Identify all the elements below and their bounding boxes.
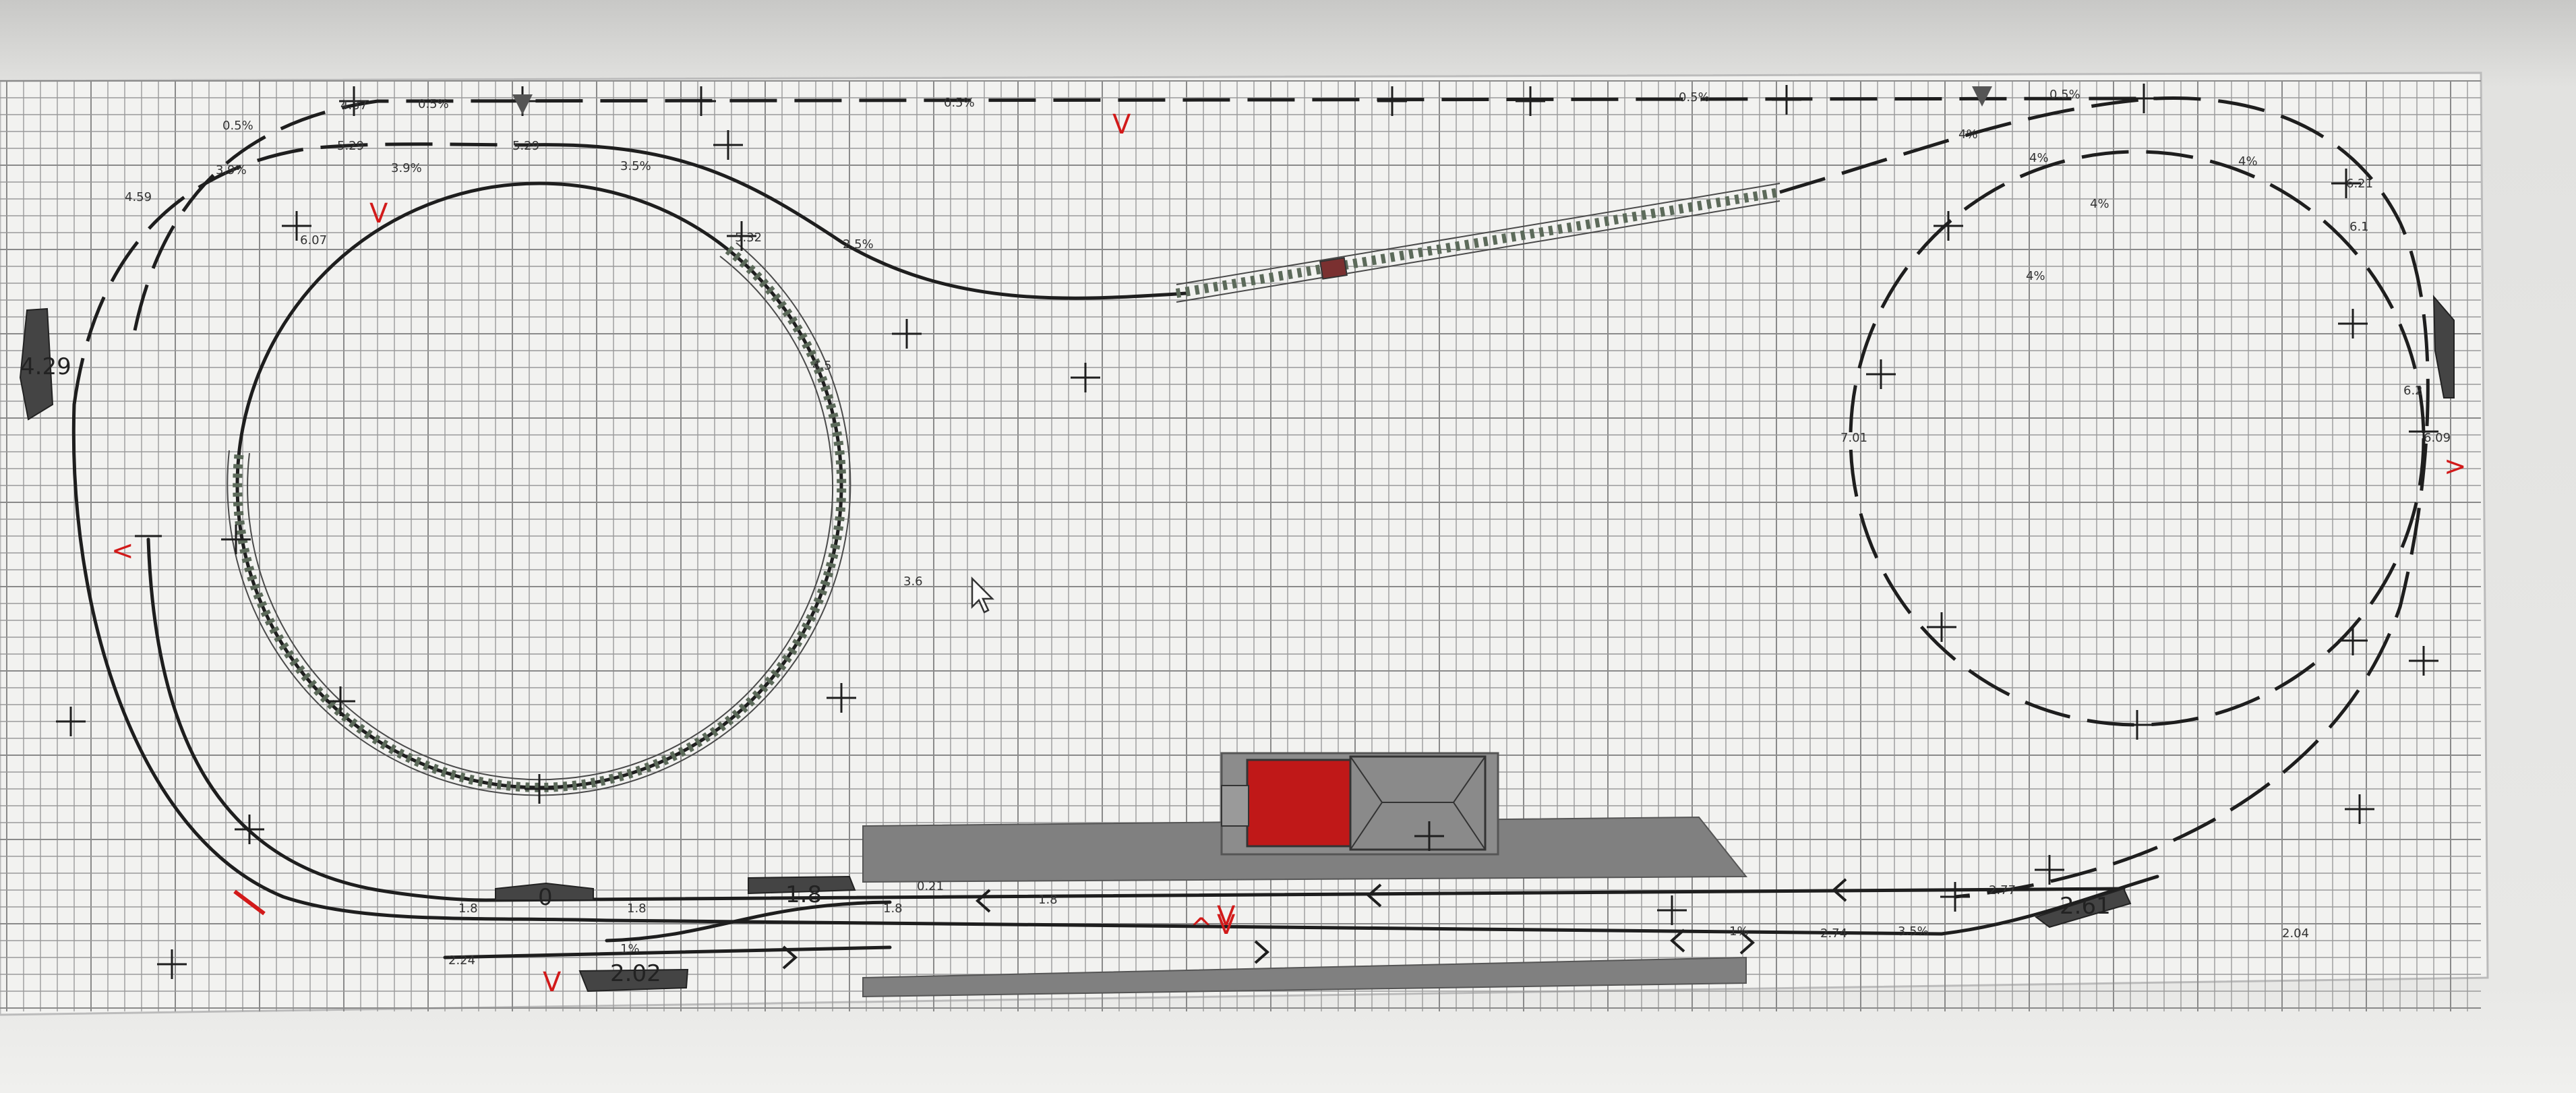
grade-label: 3.5% [1898,924,1929,939]
height-label: 6.09 [2424,431,2451,445]
grade-label: 0.5% [2049,88,2080,102]
height-label: 4.5 [812,359,832,373]
direction-mark: V [543,967,562,998]
height-label: 2.24 [448,953,475,968]
station-building-annex [1221,785,1249,827]
grade-label: 3.9% [216,163,247,177]
grade-label: 4% [1958,127,1978,142]
height-label: 3.6 [903,574,923,589]
track-plan-canvas[interactable]: 0.5% 0.5% 0.5% 0.5% 0.5% 3.9% 3.9% 3.5% 2.5% 4% 4%… [0,0,2576,1093]
grade-label: 0.5% [944,96,975,110]
tunnel-height-label: 2.02 [610,960,661,987]
height-label: 5.32 [735,231,762,245]
tunnel-height-label: 1.8 [785,881,822,908]
grade-label: 2.5% [843,237,874,252]
station-building-roof-red [1246,759,1352,848]
height-label: 6.21 [2346,177,2373,191]
grade-label: 4% [2026,269,2045,283]
height-label: 4.37 [340,98,367,113]
grade-label: 4% [2090,197,2109,211]
grade-label: 1% [620,942,640,956]
height-label: 7.01 [1840,431,1867,445]
height-label: 1.8 [627,902,647,916]
grade-label: 1% [1729,924,1749,939]
direction-mark: < [111,535,134,566]
tunnel-height-label: 2.61 [2060,893,2111,920]
grade-label: 4% [2029,151,2049,165]
height-label: 1.8 [458,902,478,916]
height-label: 2.77 [1989,883,2016,897]
height-label: 0.21 [917,879,944,893]
grade-label: 3.9% [391,161,422,175]
direction-mark: V [1112,109,1131,140]
height-label: 2.74 [1820,926,1847,941]
height-label: 2.04 [2282,926,2309,941]
height-label: 6.1 [2349,220,2369,234]
height-label: 6.2 [2403,384,2423,398]
grade-label: 4% [2238,154,2258,169]
height-label: 5.29 [337,139,364,153]
tunnel-height-label: 0 [538,884,553,911]
station-building[interactable] [1220,752,1499,856]
height-label: 4.59 [125,190,152,204]
height-label: 5.29 [512,139,539,153]
height-label: 6.07 [300,233,327,247]
grade-label: 3.5% [620,159,651,173]
direction-mark: V [369,198,388,229]
grade-label: 0.5% [418,97,449,111]
grade-label: 0.5% [222,119,253,133]
ramp-bridge-marker[interactable] [1319,257,1348,280]
direction-mark: V [1217,901,1236,932]
grade-label: 0.5% [1679,90,1710,105]
height-label: 1.8 [883,902,903,916]
direction-mark: ^ [1190,913,1213,944]
direction-mark: > [2444,451,2467,482]
tunnel-height-label: 4.29 [20,353,71,380]
height-label: 1.8 [1038,893,1058,907]
